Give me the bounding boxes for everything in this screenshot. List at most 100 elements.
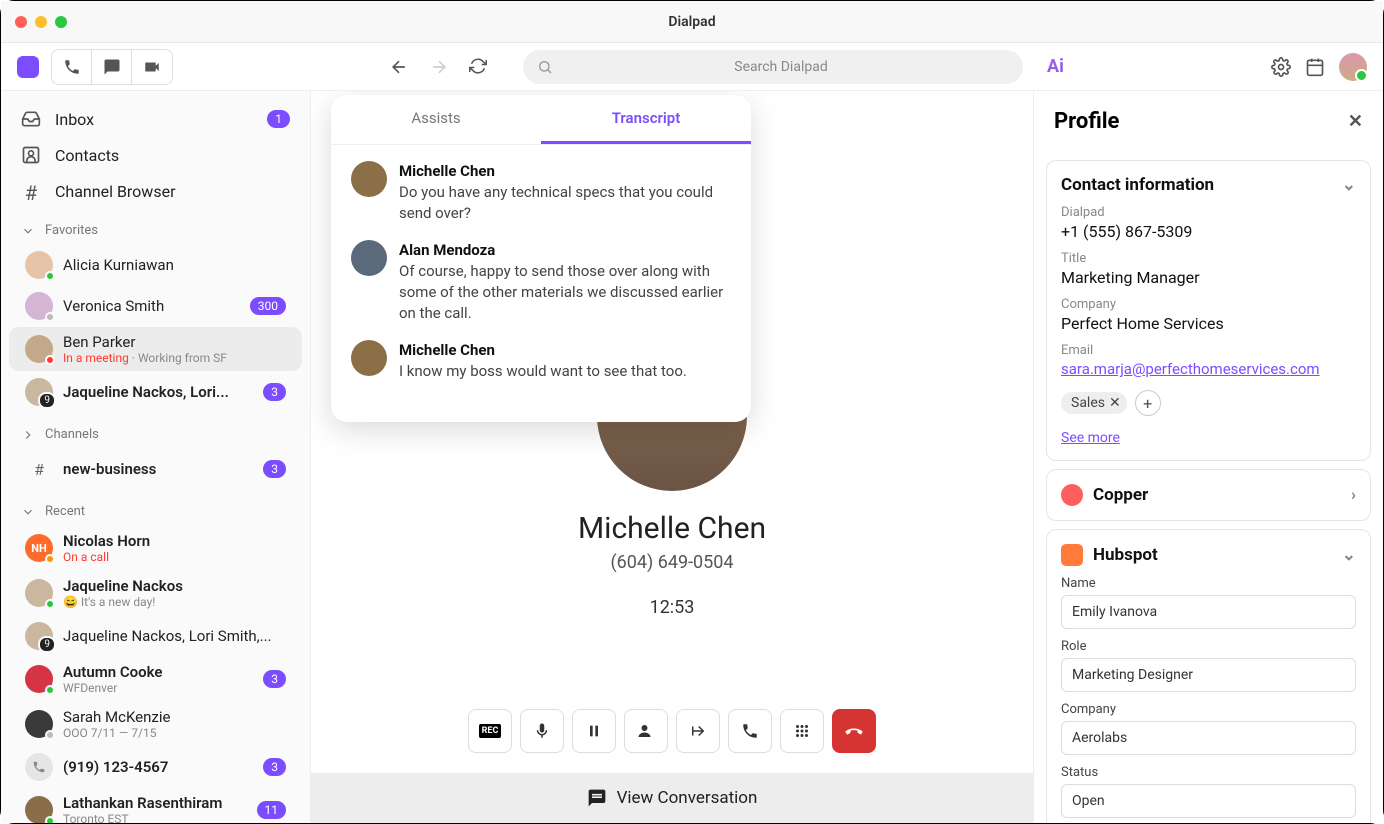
comm-button-group [51,49,173,85]
tags-row: Sales ✕ + [1061,390,1356,416]
recent-header[interactable]: Recent [1,490,310,525]
calendar-button[interactable] [1305,57,1325,77]
inbox-icon [21,109,41,129]
transfer-button[interactable] [676,709,720,753]
contact-info-toggle[interactable]: Contact information ⌄ [1061,175,1356,195]
recent-label: Recent [45,504,85,519]
tab-assists[interactable]: Assists [331,95,541,144]
speaker-avatar [351,340,387,376]
email-link[interactable]: sara.marja@perfecthomeservices.com [1061,360,1356,378]
hubspot-company-input[interactable] [1061,721,1356,755]
avatar [25,292,53,320]
favorites-header[interactable]: Favorites [1,209,310,244]
recent-contact[interactable]: NH Nicolas HornOn a call [9,526,302,570]
favorite-contact[interactable]: Veronica Smith 300 [9,286,302,326]
hash-icon: # [21,181,41,201]
hold-button[interactable] [572,709,616,753]
group-count: 9 [38,392,56,409]
recent-group[interactable]: 9 Jaqueline Nackos, Lori Smith,... [9,616,302,656]
settings-button[interactable] [1271,57,1291,77]
chevron-right-icon [21,428,35,442]
minimize-window-button[interactable] [35,16,47,28]
close-window-button[interactable] [15,16,27,28]
recent-contact[interactable]: Autumn CookeWFDenver 3 [9,657,302,701]
copper-section[interactable]: Copper › [1046,469,1371,521]
status-text: OOO 7/11 — 7/15 [63,726,170,740]
hubspot-name-input[interactable] [1061,595,1356,629]
nav-inbox-label: Inbox [55,110,94,129]
profile-header: Profile ✕ [1034,91,1383,152]
nav-contacts-label: Contacts [55,146,119,165]
nav-contacts[interactable]: Contacts [1,137,310,173]
recent-contact[interactable]: Sarah McKenzieOOO 7/11 — 7/15 [9,702,302,746]
speaker-name: Michelle Chen [399,161,731,182]
avatar [25,753,53,781]
tab-transcript[interactable]: Transcript [541,95,751,144]
hubspot-toggle[interactable]: Hubspot ⌄ [1061,544,1356,566]
add-participant-button[interactable] [624,709,668,753]
contact-name: (919) 123-4567 [63,758,168,776]
main-content: Assists Transcript Michelle ChenDo you h… [311,91,1033,823]
recent-contact[interactable]: Lathankan RasenthiramToronto EST 11 [9,788,302,823]
nav-inbox[interactable]: Inbox 1 [1,101,310,137]
avatar [25,796,53,823]
inbox-badge: 1 [267,110,290,128]
reload-button[interactable] [465,53,491,81]
view-conversation-button[interactable]: View Conversation [311,773,1033,823]
contact-name: Autumn Cooke [63,663,162,681]
field-label: Dialpad [1061,205,1356,220]
call-controls: REC [468,709,876,753]
unread-badge: 3 [263,758,286,776]
forward-button[interactable] [425,53,453,81]
maximize-window-button[interactable] [55,16,67,28]
nav-channel-browser[interactable]: # Channel Browser [1,173,310,209]
phone-value: +1 (555) 867-5309 [1061,222,1356,241]
close-profile-button[interactable]: ✕ [1348,111,1363,132]
field-label: Title [1061,251,1356,266]
message-button[interactable] [92,50,132,84]
status-text: In a meeting [63,351,129,365]
contact-name: Veronica Smith [63,297,164,315]
profile-panel: Profile ✕ Contact information ⌄ Dialpad … [1033,91,1383,823]
ai-icon[interactable]: Ai [1047,56,1064,77]
hubspot-role-input[interactable] [1061,658,1356,692]
hubspot-status-input[interactable] [1061,784,1356,818]
caller-phone: (604) 649-0504 [610,552,733,573]
window-chrome: Dialpad [1,1,1383,43]
message-text: Of course, happy to send those over alon… [399,261,731,324]
avatar [25,579,53,607]
channel-item[interactable]: # new-business 3 [9,449,302,489]
mute-button[interactable] [520,709,564,753]
call-options-button[interactable] [728,709,772,753]
tag[interactable]: Sales ✕ [1061,392,1127,414]
recent-contact[interactable]: Jaqueline Nackos😄 It's a new day! [9,571,302,615]
favorite-group[interactable]: 9 Jaqueline Nackos, Lori... 3 [9,372,302,412]
favorite-contact-active[interactable]: Ben Parker In a meeting · Working from S… [9,327,302,371]
search-input[interactable]: Search Dialpad [523,50,1023,84]
recent-phone[interactable]: (919) 123-4567 3 [9,747,302,787]
dialpad-button[interactable] [780,709,824,753]
contact-name: Sarah McKenzie [63,708,170,726]
chevron-down-icon: ⌄ [1342,545,1356,565]
profile-title: Profile [1054,109,1119,134]
unread-badge: 300 [250,297,286,315]
remove-tag-icon[interactable]: ✕ [1109,395,1121,411]
right-tools [1271,53,1367,81]
video-button[interactable] [132,50,172,84]
status-text: On a call [63,550,150,564]
see-more-link[interactable]: See more [1061,430,1120,446]
record-button[interactable]: REC [468,709,512,753]
add-tag-button[interactable]: + [1135,390,1161,416]
avatar: NH [25,534,53,562]
back-button[interactable] [385,53,413,81]
user-avatar[interactable] [1339,53,1367,81]
section-title: Contact information [1061,175,1214,195]
contact-name: Jaqueline Nackos, Lori... [63,383,229,401]
favorite-contact[interactable]: Alicia Kurniawan [9,245,302,285]
phone-button[interactable] [52,50,92,84]
end-call-button[interactable] [832,709,876,753]
channels-header[interactable]: Channels [1,413,310,448]
contact-name: Jaqueline Nackos, Lori Smith,... [63,627,272,645]
contact-info-section: Contact information ⌄ Dialpad +1 (555) 8… [1046,160,1371,461]
chevron-down-icon: ⌄ [1342,175,1356,195]
